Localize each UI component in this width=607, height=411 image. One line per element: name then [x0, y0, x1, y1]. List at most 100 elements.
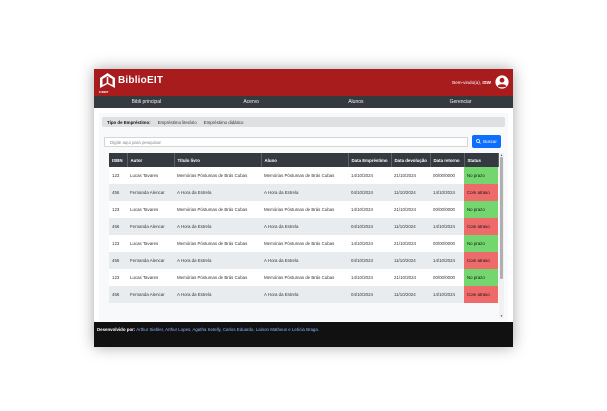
col-header-aluno[interactable]: Aluno: [261, 153, 349, 167]
table-row[interactable]: 456 Fernanda Alencar A Hora da Estrela A Ho…: [109, 184, 498, 201]
footer-developers[interactable]: Arthur Siebler, Arthur Lopes, Agatha Ket…: [136, 327, 319, 332]
app-header: FUNEIT BiblioEIT Bem-vindo(a), ISW: [94, 69, 513, 96]
cell-data-retorno: 00/00/0000: [433, 275, 455, 280]
cell-titulo: Memórias Póstumas de Brás Cubas: [177, 207, 248, 212]
book-logo-icon[interactable]: [99, 72, 116, 93]
cell-status: Com atraso: [464, 184, 498, 201]
logo-subtext: FUNEIT: [99, 91, 109, 94]
cell-isbn: 456: [112, 258, 120, 263]
cell-aluno: A Hora da Estrela: [264, 292, 299, 297]
table-row[interactable]: 456 Fernanda Alencar A Hora da Estrela A Ho…: [109, 218, 498, 235]
cell-data-retorno: 14/10/2024: [433, 258, 455, 263]
col-header-autor[interactable]: Autor: [127, 153, 175, 167]
cell-autor: Fernanda Alencar: [130, 224, 165, 229]
cell-aluno: Memórias Póstumas de Brás Cubas: [264, 241, 335, 246]
table-row[interactable]: 456 Fernanda Alencar A Hora da Estrela A Ho…: [109, 252, 498, 269]
cell-isbn: 456: [112, 190, 120, 195]
search-input[interactable]: Digite aqui para pesquisar: [104, 137, 468, 147]
username: ISW: [482, 80, 491, 85]
cell-autor: Lucas Tavares: [130, 207, 159, 212]
welcome-label: Bem-vindo(a),: [452, 80, 482, 85]
cell-aluno: A Hora da Estrela: [264, 190, 299, 195]
scroll-down-icon[interactable]: ▼: [499, 314, 504, 318]
table-row[interactable]: 123 Lucas Tavares Memórias Póstumas de Brá…: [109, 235, 498, 252]
app-footer: Desenvolvido por: Arthur Siebler, Arthur…: [94, 322, 513, 347]
nav-item-acervo[interactable]: Acervo: [199, 96, 304, 108]
search-button-label: Buscar: [483, 139, 497, 144]
cell-data-retorno: 00/00/0000: [433, 207, 455, 212]
cell-titulo: A Hora da Estrela: [177, 292, 212, 297]
nav-item-alunos[interactable]: Alunos: [304, 96, 409, 108]
welcome-text: Bem-vindo(a), ISW: [452, 80, 491, 85]
cell-titulo: Memórias Póstumas de Brás Cubas: [177, 241, 248, 246]
cell-data-retorno: 14/10/2024: [433, 292, 455, 297]
nav-item-principal[interactable]: Bibli principal: [94, 96, 199, 108]
app-title: BiblioEIT: [118, 75, 164, 86]
col-header-isbn[interactable]: ISBN: [109, 153, 128, 167]
footer-label: Desenvolvido por:: [97, 327, 136, 332]
table-row[interactable]: 123 Lucas Tavares Memórias Póstumas de Brá…: [109, 269, 498, 286]
loan-type-didatico[interactable]: Empréstimo didático: [204, 120, 244, 125]
loan-type-filter: Tipo de Empréstimo: Empréstimo literário…: [102, 117, 505, 127]
cell-data-emprestimo: 14/10/2024: [351, 241, 373, 246]
scroll-thumb[interactable]: [500, 157, 503, 279]
cell-autor: Fernanda Alencar: [130, 292, 165, 297]
main-nav: Bibli principal Acervo Alunos Gerenciar: [94, 96, 513, 108]
cell-data-emprestimo: 14/10/2024: [351, 173, 373, 178]
col-header-data-retorno[interactable]: Data retorno: [430, 153, 465, 167]
loans-table: ISBN Autor Título livro Aluno Data Empré…: [109, 153, 499, 303]
cell-autor: Lucas Tavares: [130, 275, 159, 280]
cell-data-retorno: 00/00/0000: [433, 241, 455, 246]
cell-data-devolucao: 21/10/2024: [394, 173, 416, 178]
cell-data-retorno: 00/00/0000: [433, 173, 455, 178]
cell-autor: Lucas Tavares: [130, 241, 159, 246]
cell-titulo: A Hora da Estrela: [177, 190, 212, 195]
cell-aluno: Memórias Póstumas de Brás Cubas: [264, 207, 335, 212]
cell-isbn: 123: [112, 207, 120, 212]
main-content: Tipo de Empréstimo: Empréstimo literário…: [99, 113, 508, 321]
col-header-titulo[interactable]: Título livro: [174, 153, 262, 167]
table-row[interactable]: 123 Lucas Tavares Memórias Póstumas de Brá…: [109, 167, 498, 184]
cell-data-emprestimo: 04/10/2024: [351, 190, 373, 195]
app-window: FUNEIT BiblioEIT Bem-vindo(a), ISW Bibli…: [94, 69, 513, 347]
cell-isbn: 123: [112, 173, 120, 178]
cell-aluno: A Hora da Estrela: [264, 258, 299, 263]
cell-data-emprestimo: 14/10/2024: [351, 207, 373, 212]
cell-titulo: A Hora da Estrela: [177, 258, 212, 263]
search-button[interactable]: Buscar: [472, 135, 501, 148]
loan-type-literario[interactable]: Empréstimo literário: [158, 120, 197, 125]
cell-data-devolucao: 21/10/2024: [394, 275, 416, 280]
cell-aluno: Memórias Póstumas de Brás Cubas: [264, 173, 335, 178]
col-header-status[interactable]: Status: [464, 153, 499, 167]
cell-data-devolucao: 11/10/2024: [394, 258, 416, 263]
cell-aluno: Memórias Póstumas de Brás Cubas: [264, 275, 335, 280]
table-row[interactable]: 123 Lucas Tavares Memórias Póstumas de Brá…: [109, 201, 498, 218]
cell-isbn: 123: [112, 241, 120, 246]
loan-type-label: Tipo de Empréstimo:: [107, 119, 151, 125]
cell-status: Com atraso: [464, 252, 498, 269]
cell-data-emprestimo: 04/10/2024: [351, 224, 373, 229]
cell-isbn: 456: [112, 224, 120, 229]
table-scrollbar[interactable]: ▲ ▼: [499, 153, 504, 318]
cell-titulo: A Hora da Estrela: [177, 224, 212, 229]
cell-data-devolucao: 11/10/2024: [394, 292, 416, 297]
col-header-data-devolucao[interactable]: Data devolução: [391, 153, 431, 167]
cell-status: No prazo: [464, 167, 498, 184]
cell-titulo: Memórias Póstumas de Brás Cubas: [177, 275, 248, 280]
cell-status: Com atraso: [464, 218, 498, 235]
cell-status: No prazo: [464, 201, 498, 218]
cell-isbn: 123: [112, 275, 120, 280]
loans-table-container: ISBN Autor Título livro Aluno Data Empré…: [109, 153, 506, 318]
table-header-row: ISBN Autor Título livro Aluno Data Empré…: [109, 153, 499, 167]
cell-isbn: 456: [112, 292, 120, 297]
table-row[interactable]: 456 Fernanda Alencar A Hora da Estrela A Ho…: [109, 286, 498, 303]
cell-data-devolucao: 21/10/2024: [394, 207, 416, 212]
col-header-data-emprestimo[interactable]: Data Empréstimo: [348, 153, 392, 167]
cell-autor: Lucas Tavares: [130, 173, 159, 178]
nav-item-gerenciar[interactable]: Gerenciar: [408, 96, 513, 108]
cell-status: No prazo: [464, 269, 498, 286]
cell-autor: Fernanda Alencar: [130, 190, 165, 195]
user-avatar-icon[interactable]: [495, 75, 509, 89]
cell-status: Com atraso: [464, 286, 498, 303]
cell-data-devolucao: 11/10/2024: [394, 190, 416, 195]
